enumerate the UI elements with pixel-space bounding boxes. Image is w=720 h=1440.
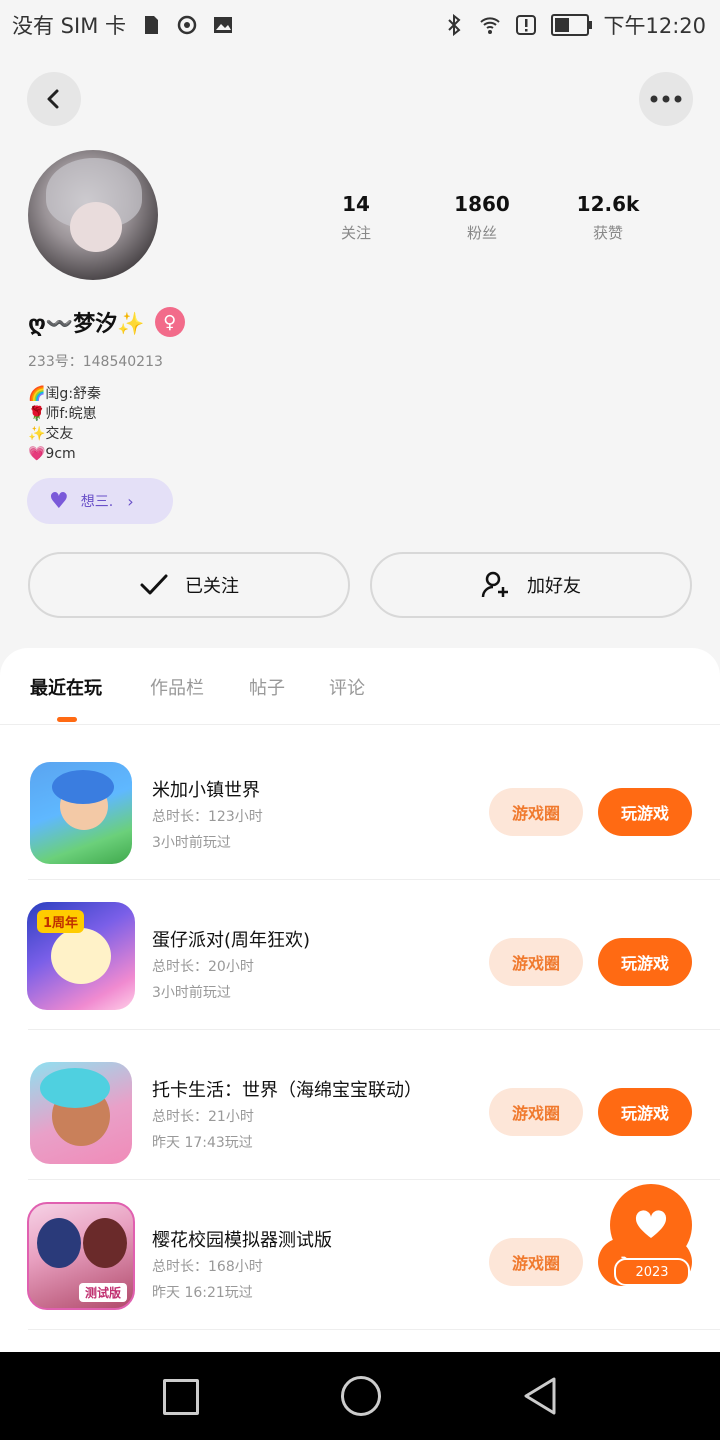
game-icon-art [52,770,114,804]
user-id: 233号：148540213 [28,354,163,370]
anniversary-badge: 1周年 [37,910,85,933]
tab-comments[interactable]: 评论 [329,674,365,700]
battery-icon [551,14,593,36]
gender-female-icon: ♀ [154,307,185,337]
divider [28,1329,720,1330]
play-game-button[interactable]: 玩游戏 [598,938,692,986]
stat-likes-value: 12.6k [576,192,640,216]
home-button[interactable] [341,1376,381,1416]
play-game-button[interactable]: 玩游戏 [598,1088,692,1136]
game-duration: 总时长：21小时 [152,1109,254,1125]
game-last-played: 昨天 16:21玩过 [152,1285,253,1301]
profile-tag-label: 想三. [80,494,114,510]
game-icon[interactable] [30,762,132,864]
game-row[interactable]: 托卡生活：世界（海绵宝宝联动） 总时长：21小时 昨天 17:43玩过 游戏圈 … [0,1030,720,1180]
chevron-left-icon [47,89,59,109]
game-icon[interactable]: 1周年 [27,902,135,1010]
back-button[interactable] [27,72,81,126]
profile-name: ღ〰️梦汐✨ [28,312,145,337]
status-left: 没有 SIM 卡 [12,10,234,40]
status-right: 下午12:20 [443,10,706,40]
game-icon-art [51,928,111,984]
alert-icon [516,15,537,35]
game-icon[interactable] [30,1062,132,1164]
game-last-played: 昨天 17:43玩过 [152,1135,253,1151]
stat-following-value: 14 [342,192,370,216]
game-row[interactable]: 测试版 樱花校园模拟器测试版 总时长：168小时 昨天 16:21玩过 游戏圈 … [0,1180,720,1330]
game-duration: 总时长：168小时 [152,1259,263,1275]
game-duration: 总时长：123小时 [152,809,263,825]
game-icon-art [83,1218,127,1268]
stat-likes[interactable]: 12.6k 获赞 [568,192,648,243]
clock-text: 下午12:20 [603,14,706,38]
game-circle-button[interactable]: 游戏圈 [489,1238,583,1286]
add-friend-button[interactable]: 加好友 [370,552,692,618]
game-row[interactable]: 米加小镇世界 总时长：123小时 3小时前玩过 游戏圈 玩游戏 [0,730,720,880]
tab-recent-play[interactable]: 最近在玩 [30,674,102,700]
floating-year-label: 2023 [614,1258,690,1286]
followed-button[interactable]: 已关注 [28,552,350,618]
bio: 🌈闺g:舒秦 🌹师f:皖崽 ✨交友 💗9cm [28,384,101,464]
game-duration: 总时长：20小时 [152,959,254,975]
tab-active-indicator [57,717,77,722]
wifi-icon [480,17,501,34]
bluetooth-icon [448,14,461,36]
bio-line: 🌹师f:皖崽 [28,406,97,422]
play-game-button[interactable]: 玩游戏 [598,788,692,836]
stat-followers-label: 粉丝 [466,224,497,242]
stat-followers[interactable]: 1860 粉丝 [442,192,522,243]
more-button[interactable] [639,72,693,126]
status-bar: 没有 SIM 卡 下午12:20 [0,0,720,52]
game-icon-art [37,1218,81,1268]
stat-followers-value: 1860 [454,192,510,216]
game-last-played: 3小时前玩过 [152,985,231,1001]
floating-anniversary-button[interactable] [610,1184,692,1266]
game-title: 蛋仔派对(周年狂欢) [152,930,311,951]
tab-posts[interactable]: 帖子 [249,674,285,700]
sd-card-icon [145,16,158,34]
game-icon[interactable]: 测试版 [27,1202,135,1310]
game-row[interactable]: 1周年 蛋仔派对(周年狂欢) 总时长：20小时 3小时前玩过 游戏圈 玩游戏 [0,880,720,1030]
recents-button[interactable] [163,1379,199,1415]
image-icon [214,17,232,33]
game-icon-art [40,1068,110,1108]
bio-line: 💗9cm [28,446,76,462]
stat-following[interactable]: 14 关注 [316,192,396,243]
add-friend-label: 加好友 [527,576,581,597]
game-last-played: 3小时前玩过 [152,835,231,851]
bio-line: 🌈闺g:舒秦 [28,386,102,402]
more-dots-icon [650,95,682,103]
stat-likes-label: 获赞 [592,224,623,242]
stat-following-label: 关注 [340,224,371,242]
tab-works[interactable]: 作品栏 [150,674,204,700]
game-title: 托卡生活：世界（海绵宝宝联动） [152,1080,422,1101]
beta-badge: 测试版 [78,1283,127,1302]
add-user-icon [481,571,508,598]
profile-name-row: ღ〰️梦汐✨ ♀ [28,306,185,338]
followed-label: 已关注 [185,576,239,597]
chevron-right-icon: › [127,491,134,511]
back-nav-button[interactable] [522,1376,558,1416]
avatar[interactable] [28,150,158,280]
heart-icon [635,1210,667,1238]
game-title: 米加小镇世界 [152,780,260,801]
profile-tag-button[interactable]: ♥ 想三. › [27,478,173,524]
heart-icon: ♥ [49,488,69,514]
game-title: 樱花校园模拟器测试版 [152,1230,332,1251]
check-icon [140,574,168,595]
hotspot-icon [177,15,197,35]
game-circle-button[interactable]: 游戏圈 [489,938,583,986]
game-circle-button[interactable]: 游戏圈 [489,1088,583,1136]
game-circle-button[interactable]: 游戏圈 [489,788,583,836]
avatar-face-shape [70,202,122,252]
carrier-text: 没有 SIM 卡 [12,14,126,38]
bio-line: ✨交友 [28,426,74,442]
